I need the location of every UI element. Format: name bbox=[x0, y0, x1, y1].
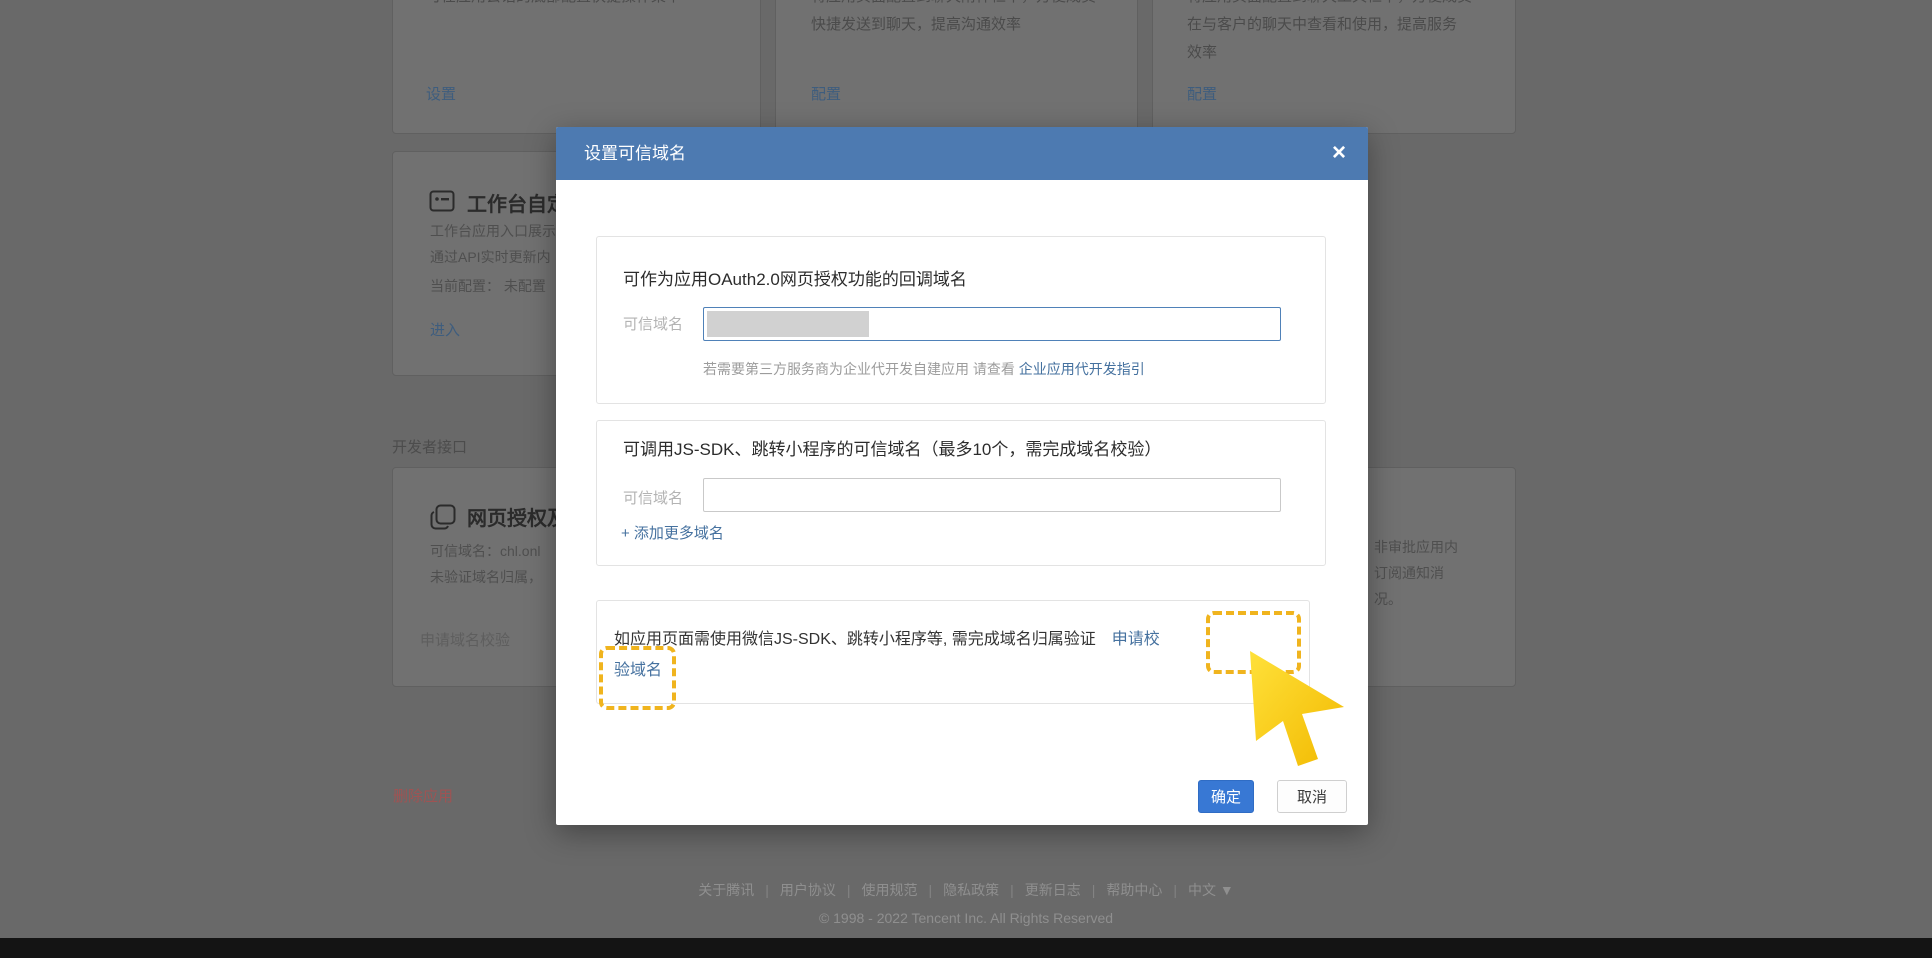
modal-header: 设置可信域名 × bbox=[556, 127, 1368, 180]
card-text-line: 效率 bbox=[1187, 39, 1472, 67]
confirm-button[interactable]: 确定 bbox=[1198, 780, 1254, 813]
verify-text-line1: 如应用页面需使用微信JS-SDK、跳转小程序等, 需完成域名归属验证申请校 bbox=[614, 625, 1160, 649]
card-text-line: 快捷发送到聊天，提高沟通效率 bbox=[811, 11, 1096, 39]
partial-card-text: 非审批应用内 bbox=[1374, 534, 1458, 560]
footer-language-selector[interactable]: 中文 ▼ bbox=[1188, 882, 1234, 898]
page-background: 可在应用会话的底部配置快捷操作菜单 设置 将应用页面配置到聊天附件栏中，方便成员… bbox=[0, 0, 1932, 958]
workbench-icon bbox=[429, 190, 455, 212]
quick-menu-set-link[interactable]: 设置 bbox=[426, 83, 456, 104]
web-auth-trusted-domain: 可信域名：chl.onl bbox=[430, 538, 542, 564]
developer-api-section-label: 开发者接口 bbox=[392, 436, 467, 457]
close-icon[interactable]: × bbox=[1332, 138, 1346, 168]
footer-separator: | bbox=[1173, 882, 1177, 898]
footer-separator: | bbox=[1010, 882, 1014, 898]
workbench-card-config-status: 当前配置： 未配置 bbox=[430, 273, 556, 299]
chat-attachment-card: 将应用页面配置到聊天附件栏中，方便成员 快捷发送到聊天，提高沟通效率 配置 bbox=[775, 0, 1138, 134]
chat-toolbar-card: 将应用页面配置到聊天工具栏中，方便成员 在与客户的聊天中查看和使用，提高服务 效… bbox=[1152, 0, 1516, 134]
footer-link-usage-rules[interactable]: 使用规范 bbox=[861, 882, 917, 898]
jssdk-section-heading: 可调用JS-SDK、跳转小程序的可信域名（最多10个，需完成域名校验） bbox=[623, 435, 1161, 460]
footer-separator: | bbox=[1092, 882, 1096, 898]
partial-card-text: 订阅通知消 bbox=[1374, 560, 1458, 586]
cancel-button[interactable]: 取消 bbox=[1277, 780, 1347, 813]
oauth-callback-section: 可作为应用OAuth2.0网页授权功能的回调域名 可信域名 若需要第三方服务商为… bbox=[596, 236, 1326, 404]
oauth-trusted-domain-input[interactable] bbox=[703, 307, 1281, 341]
footer-separator: | bbox=[847, 882, 851, 898]
footer-separator: | bbox=[928, 882, 932, 898]
redacted-domain-value bbox=[707, 311, 869, 337]
apply-domain-verify-link[interactable]: 申请域名校验 bbox=[420, 628, 510, 654]
footer-link-privacy[interactable]: 隐私政策 bbox=[943, 882, 999, 898]
oauth-section-heading: 可作为应用OAuth2.0网页授权功能的回调域名 bbox=[623, 265, 967, 290]
card-text-line: 可在应用会话的底部配置快捷操作菜单 bbox=[426, 0, 681, 11]
quick-menu-card: 可在应用会话的底部配置快捷操作菜单 设置 bbox=[392, 0, 761, 134]
web-auth-status: 未验证域名归属， bbox=[430, 564, 542, 590]
apply-verify-link-part1[interactable]: 申请校 bbox=[1112, 631, 1160, 648]
verify-text: 如应用页面需使用微信JS-SDK、跳转小程序等, 需完成域名归属验证 bbox=[614, 631, 1096, 648]
page-footer-links: 关于腾讯 | 用户协议 | 使用规范 | 隐私政策 | 更新日志 | 帮助中心 | 中文 ▼ bbox=[0, 880, 1932, 900]
highlight-box-verify bbox=[599, 646, 676, 710]
card-text-line: 在与客户的聊天中查看和使用，提高服务 bbox=[1187, 11, 1472, 39]
workbench-card-text: 工作台应用入口展示 bbox=[430, 218, 556, 244]
cursor-arrow-icon bbox=[1248, 649, 1348, 767]
delete-app-link[interactable]: 删除应用 bbox=[393, 785, 453, 806]
card-text-line: 将应用页面配置到聊天工具栏中，方便成员 bbox=[1187, 0, 1472, 11]
partial-card-text: 况。 bbox=[1374, 586, 1458, 612]
card-text-line: 将应用页面配置到聊天附件栏中，方便成员 bbox=[811, 0, 1096, 11]
oauth-hint-text: 若需要第三方服务商为企业代开发自建应用 请查看 企业应用代开发指引 bbox=[703, 359, 1145, 379]
hint-text: 若需要第三方服务商为企业代开发自建应用 请查看 bbox=[703, 361, 1015, 377]
footer-link-changelog[interactable]: 更新日志 bbox=[1025, 882, 1081, 898]
trusted-domain-label: 可信域名 bbox=[623, 487, 683, 508]
dev-guide-link[interactable]: 企业应用代开发指引 bbox=[1019, 361, 1145, 377]
trusted-domain-label: 可信域名 bbox=[623, 313, 683, 334]
workbench-enter-link[interactable]: 进入 bbox=[430, 319, 460, 340]
workbench-card-text: 通过API实时更新内 bbox=[430, 244, 556, 270]
set-trusted-domain-modal: 设置可信域名 × 可作为应用OAuth2.0网页授权功能的回调域名 可信域名 若… bbox=[556, 127, 1368, 825]
modal-title: 设置可信域名 bbox=[584, 127, 686, 180]
domain-verify-section: 如应用页面需使用微信JS-SDK、跳转小程序等, 需完成域名归属验证申请校 验域… bbox=[596, 600, 1310, 704]
footer-link-about[interactable]: 关于腾讯 bbox=[698, 882, 754, 898]
footer-separator: | bbox=[765, 882, 769, 898]
workbench-card-title: 工作台自定 bbox=[467, 188, 567, 217]
jssdk-domain-section: 可调用JS-SDK、跳转小程序的可信域名（最多10个，需完成域名校验） 可信域名… bbox=[596, 420, 1326, 566]
footer-link-help-center[interactable]: 帮助中心 bbox=[1106, 882, 1162, 898]
add-more-domains-link[interactable]: + 添加更多域名 bbox=[621, 522, 724, 543]
chat-toolbar-config-link[interactable]: 配置 bbox=[1187, 83, 1217, 104]
bottom-dark-bar bbox=[0, 938, 1932, 958]
jssdk-trusted-domain-input[interactable] bbox=[703, 478, 1281, 512]
footer-link-user-agreement[interactable]: 用户协议 bbox=[780, 882, 836, 898]
chat-attachment-config-link[interactable]: 配置 bbox=[811, 83, 841, 104]
web-auth-card-title: 网页授权及 bbox=[467, 502, 567, 531]
web-auth-icon bbox=[430, 504, 456, 530]
copyright-text: © 1998 - 2022 Tencent Inc. All Rights Re… bbox=[0, 910, 1932, 926]
